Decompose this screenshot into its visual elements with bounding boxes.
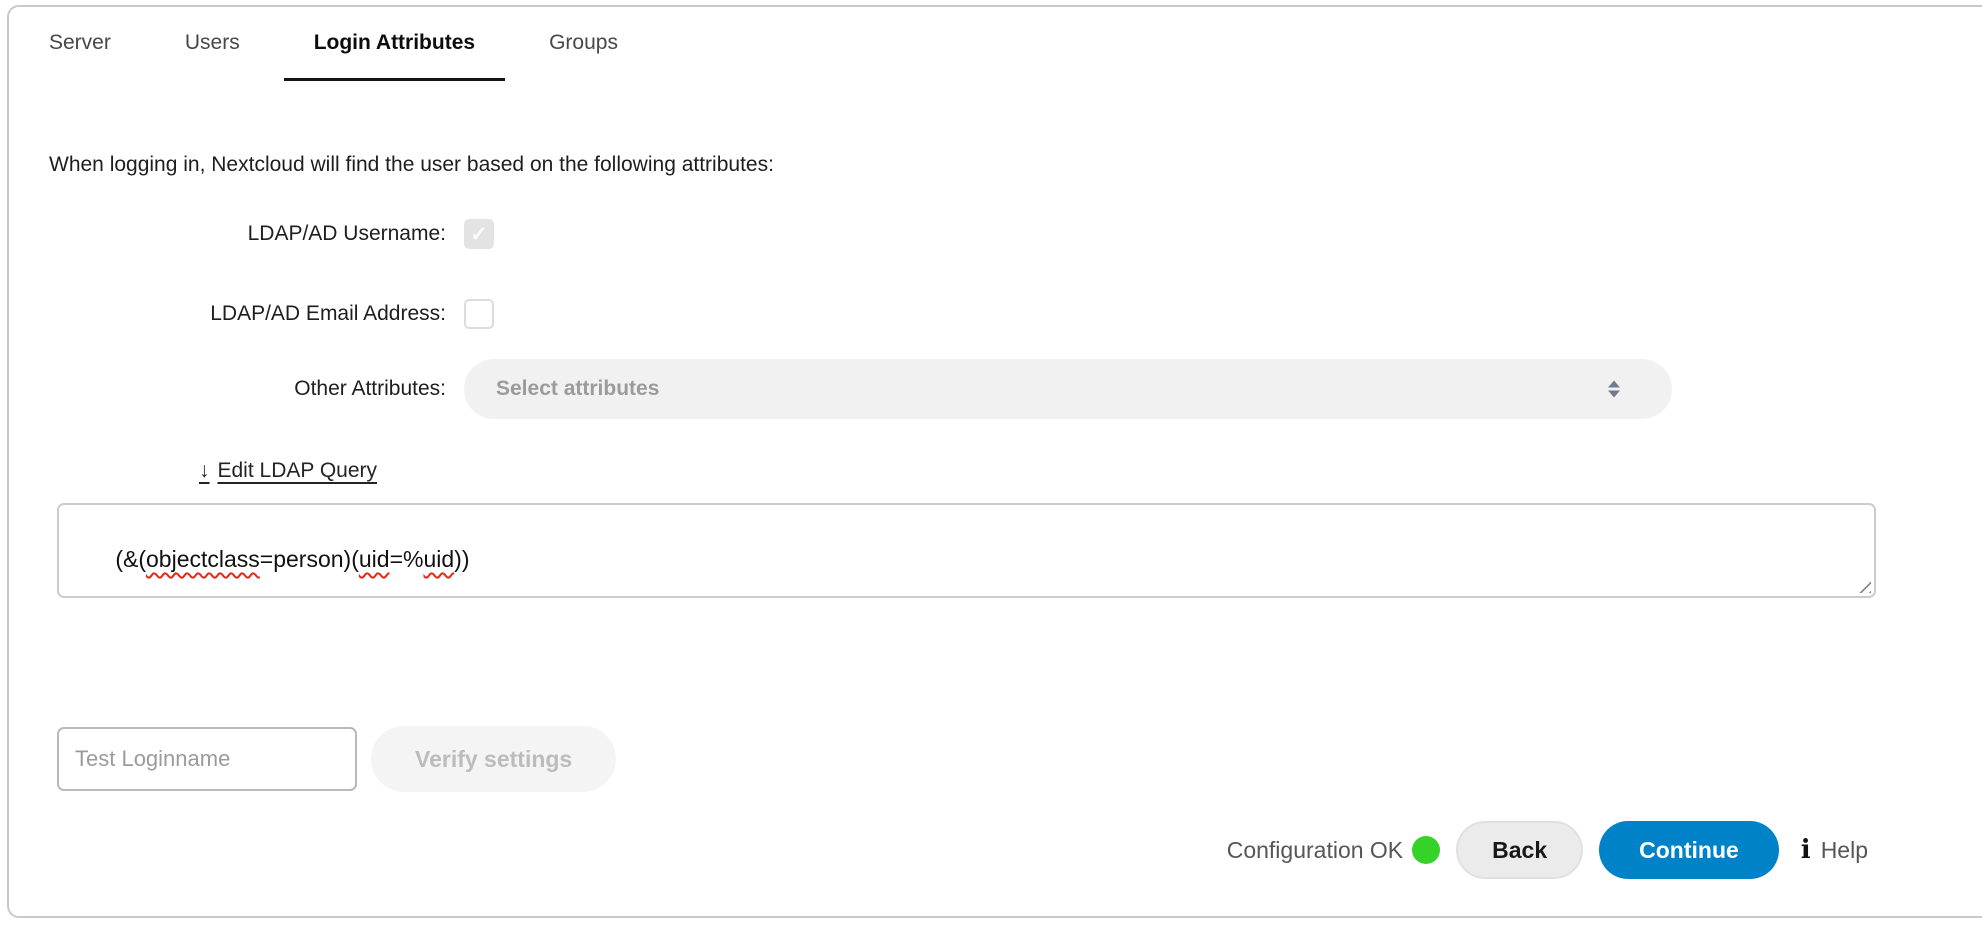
query-segment-misspelled: uid [423,546,454,572]
username-checkbox[interactable]: ✓ [464,219,494,249]
edit-ldap-query-label: Edit LDAP Query [218,459,378,482]
info-icon: i [1801,835,1811,865]
tab-content: When logging in, Nextcloud will find the… [9,153,1982,792]
continue-button[interactable]: Continue [1599,821,1779,879]
wizard-tabs: Server Users Login Attributes Groups [9,7,1982,81]
test-loginname-input[interactable] [57,727,357,791]
query-segment: )) [454,546,469,572]
unfold-more-icon [1608,381,1620,398]
email-checkbox[interactable] [464,299,494,329]
help-label: Help [1821,837,1868,864]
username-attribute-label: LDAP/AD Username: [49,222,446,246]
help-link[interactable]: i Help [1801,835,1868,865]
down-arrow-icon: ↓ [199,459,210,482]
query-segment: (&( [115,546,146,572]
email-attribute-label: LDAP/AD Email Address: [49,302,446,326]
query-segment: =% [390,546,424,572]
email-attribute-row: LDAP/AD Email Address: [49,299,1982,329]
status-ok-icon [1412,836,1440,864]
intro-text: When logging in, Nextcloud will find the… [49,153,1982,177]
query-segment: =person)( [260,546,359,572]
select-placeholder: Select attributes [496,377,659,401]
tab-server[interactable]: Server [19,7,141,81]
other-attributes-label: Other Attributes: [49,377,446,401]
username-attribute-row: LDAP/AD Username: ✓ [49,219,1982,249]
edit-ldap-query-link[interactable]: ↓ Edit LDAP Query [199,459,377,483]
test-login-row: Verify settings [57,726,1982,792]
other-attributes-select[interactable]: Select attributes [464,359,1672,419]
ldap-wizard-panel: Server Users Login Attributes Groups Whe… [7,5,1982,918]
other-attributes-row: Other Attributes: Select attributes [49,359,1982,419]
configuration-status-text: Configuration OK [1227,837,1403,864]
tab-users[interactable]: Users [155,7,270,81]
query-segment-misspelled: objectclass [146,546,260,572]
tab-groups[interactable]: Groups [519,7,648,81]
tab-login-attributes[interactable]: Login Attributes [284,7,505,81]
checkmark-icon: ✓ [470,222,488,247]
textarea-resize-handle[interactable] [1853,575,1871,593]
wizard-footer: Configuration OK Back Continue i Help [1227,820,1868,880]
verify-settings-button[interactable]: Verify settings [371,726,616,792]
ldap-query-textarea[interactable]: (&(objectclass=person)(uid=%uid)) [57,503,1876,598]
back-button[interactable]: Back [1456,821,1583,879]
query-segment-misspelled: uid [359,546,390,572]
